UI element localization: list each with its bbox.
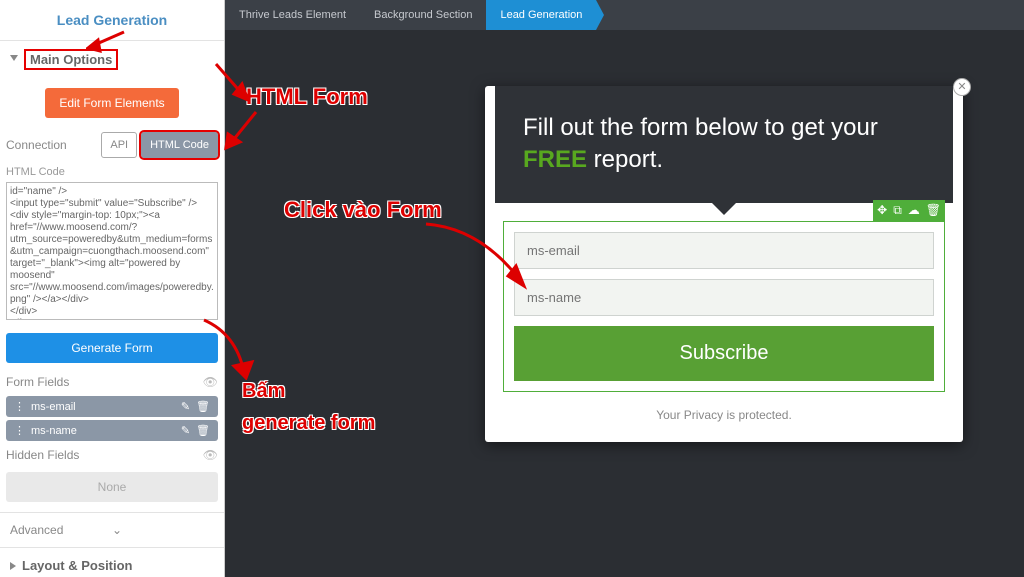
section-main-options: Main Options Edit Form Elements Connecti… xyxy=(0,40,224,547)
save-icon[interactable]: ☁ xyxy=(908,203,920,218)
breadcrumb-item-active[interactable]: Lead Generation xyxy=(486,0,596,30)
html-code-textarea[interactable] xyxy=(6,182,218,320)
sidebar-title: Lead Generation xyxy=(0,0,224,40)
html-code-label: HTML Code xyxy=(0,162,224,182)
html-code-button[interactable]: HTML Code xyxy=(141,132,218,158)
email-input[interactable] xyxy=(514,232,934,269)
breadcrumb-item[interactable]: Background Section xyxy=(360,0,486,30)
hidden-fields-header: Hidden Fields 👁 xyxy=(0,444,224,466)
hidden-fields-label: Hidden Fields xyxy=(6,448,203,462)
advanced-row[interactable]: Advanced ⌄ xyxy=(0,512,224,547)
edit-form-elements-button[interactable]: Edit Form Elements xyxy=(45,88,178,118)
grip-icon: ⋮ xyxy=(14,400,25,413)
form-fields-header: Form Fields 👁 xyxy=(0,371,224,393)
close-icon[interactable]: ✕ xyxy=(953,78,971,96)
element-toolbar: ✥ ⧉ ☁ 🗑 xyxy=(873,200,945,221)
main-options-header[interactable]: Main Options xyxy=(0,41,224,78)
move-icon[interactable]: ✥ xyxy=(877,203,887,218)
privacy-text: Your Privacy is protected. xyxy=(485,408,963,422)
field-pill-name[interactable]: ⋮ ms-name ✎ 🗑 xyxy=(6,420,218,441)
hidden-fields-none[interactable]: None xyxy=(6,472,218,502)
optin-card[interactable]: ✕ Fill out the form below to get your FR… xyxy=(485,86,963,442)
form-fields-label: Form Fields xyxy=(6,375,203,389)
breadcrumb-bar: Thrive Leads Element Background Section … xyxy=(225,0,1024,30)
chevron-down-icon xyxy=(10,55,18,65)
name-input[interactable] xyxy=(514,279,934,316)
eye-icon[interactable]: 👁 xyxy=(203,375,218,389)
breadcrumb-item[interactable]: Thrive Leads Element xyxy=(225,0,360,30)
layout-position-row[interactable]: Layout & Position xyxy=(0,547,224,577)
grip-icon: ⋮ xyxy=(14,424,25,437)
advanced-label: Advanced xyxy=(10,523,112,537)
field-name: ms-email xyxy=(31,401,175,413)
connection-row: Connection API HTML Code xyxy=(0,128,224,162)
form-wrapper[interactable]: ✥ ⧉ ☁ 🗑 Subscribe xyxy=(503,221,945,392)
headline-free: FREE xyxy=(523,146,587,173)
eye-icon[interactable]: 👁 xyxy=(203,448,218,462)
field-pill-email[interactable]: ⋮ ms-email ✎ 🗑 xyxy=(6,396,218,417)
api-button[interactable]: API xyxy=(101,132,137,158)
pencil-icon[interactable]: ✎ xyxy=(181,424,190,437)
generate-form-button[interactable]: Generate Form xyxy=(6,333,218,363)
trash-icon[interactable]: 🗑 xyxy=(196,424,210,437)
chevron-down-icon: ⌄ xyxy=(112,523,214,537)
trash-icon[interactable]: 🗑 xyxy=(196,400,210,413)
duplicate-icon[interactable]: ⧉ xyxy=(893,203,902,218)
field-name: ms-name xyxy=(31,425,175,437)
connection-label: Connection xyxy=(6,138,97,152)
layout-position-label: Layout & Position xyxy=(22,558,133,573)
pencil-icon[interactable]: ✎ xyxy=(181,400,190,413)
trash-icon[interactable]: 🗑 xyxy=(926,203,941,218)
sidebar: Lead Generation Main Options Edit Form E… xyxy=(0,0,225,577)
canvas: ✕ Fill out the form below to get your FR… xyxy=(225,30,1024,577)
headline-text: report. xyxy=(587,146,663,173)
main-options-label: Main Options xyxy=(24,49,118,70)
headline-text: Fill out the form below to get your xyxy=(523,114,878,141)
chevron-right-icon xyxy=(10,562,16,570)
subscribe-button[interactable]: Subscribe xyxy=(514,326,934,381)
card-headline[interactable]: Fill out the form below to get your FREE… xyxy=(495,86,953,203)
